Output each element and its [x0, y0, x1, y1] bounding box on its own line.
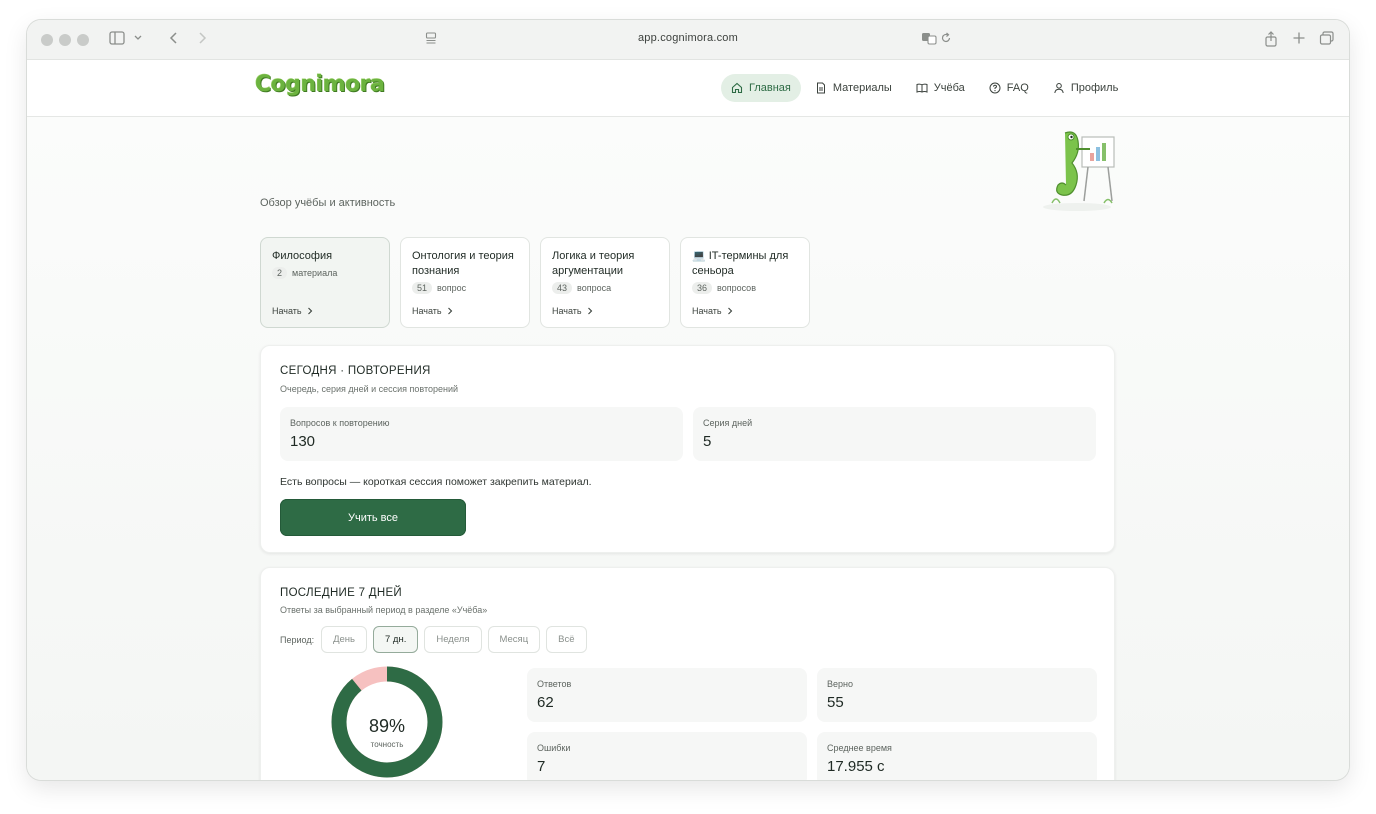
avg-time-label: Среднее время [827, 743, 892, 753]
chevron-right-icon [447, 307, 452, 315]
category-meta: 36 вопросов [692, 282, 798, 294]
category-title: Онтология и теория познания [412, 250, 514, 277]
accuracy-label: точность [370, 740, 404, 749]
last7-panel-title: ПОСЛЕДНИЕ 7 ДНЕЙ [280, 587, 402, 599]
avg-time-stat: Среднее время 17.955 с [817, 732, 1097, 780]
nav-home-label: Главная [749, 82, 791, 94]
chevron-right-icon [587, 307, 592, 315]
category-card-logic[interactable]: Логика и теория аргументации 43 вопроса … [540, 237, 670, 328]
category-title: 💻 IT-термины для сеньора [692, 250, 789, 277]
nav-study[interactable]: Учёба [906, 74, 975, 102]
answers-label: Ответов [537, 679, 572, 689]
category-start-link[interactable]: Начать [412, 306, 453, 316]
streak-value: 5 [703, 433, 712, 450]
category-start-link[interactable]: Начать [692, 306, 733, 316]
nav-materials-label: Материалы [832, 82, 892, 94]
app-header: Cognimora Главная Материалы Учёба FAQ Пр… [27, 60, 1349, 117]
page-subtitle: Обзор учёбы и активность [260, 197, 396, 209]
answers-stat: Ответов 62 [527, 668, 807, 722]
period-week-button[interactable]: Неделя [424, 626, 482, 653]
category-count-badge: 2 [272, 267, 288, 279]
review-queue-label: Вопросов к повторению [290, 418, 390, 428]
nav-study-label: Учёба [933, 82, 965, 94]
category-start-label: Начать [552, 306, 582, 316]
home-icon [731, 82, 743, 94]
document-icon [816, 82, 825, 94]
errors-label: Ошибки [537, 743, 571, 753]
period-month-button[interactable]: Месяц [487, 626, 541, 653]
last7-panel-subtitle: Ответы за выбранный период в разделе «Уч… [280, 605, 488, 615]
category-card-ontology[interactable]: Онтология и теория познания 51 вопрос На… [400, 237, 530, 328]
category-unit: вопросов [717, 283, 756, 293]
category-count-badge: 51 [412, 282, 433, 294]
correct-value: 55 [827, 694, 844, 711]
accuracy-value: 89% [368, 716, 406, 736]
correct-label: Верно [827, 679, 853, 689]
streak-label: Серия дней [703, 418, 753, 428]
chevron-right-icon [727, 307, 732, 315]
category-meta: 43 вопроса [552, 282, 658, 294]
user-icon [1054, 83, 1064, 94]
nav-materials[interactable]: Материалы [805, 74, 902, 102]
last-7-days-panel: ПОСЛЕДНИЕ 7 ДНЕЙ Ответы за выбранный пер… [260, 567, 1115, 780]
review-message: Есть вопросы — короткая сессия поможет з… [280, 476, 592, 488]
study-all-button[interactable]: Учить все [280, 499, 466, 536]
nav-faq[interactable]: FAQ [979, 74, 1039, 102]
category-card-it-terms[interactable]: 💻 IT-термины для сеньора 36 вопросов Нач… [680, 237, 810, 328]
category-start-link[interactable]: Начать [552, 306, 593, 316]
reload-icon[interactable] [940, 31, 952, 49]
category-count-badge: 43 [552, 282, 573, 294]
streak-stat: Серия дней 5 [693, 407, 1096, 461]
category-cards: Философия 2 материала Начать Онтология и… [260, 237, 810, 328]
today-panel-subtitle: Очередь, серия дней и сессия повторений [280, 384, 459, 394]
help-icon [989, 82, 1001, 94]
nav-profile[interactable]: Профиль [1043, 74, 1129, 102]
category-card-philosophy[interactable]: Философия 2 материала Начать [260, 237, 390, 328]
app-logo[interactable]: Cognimora [255, 72, 385, 97]
browser-window: app.cognimora.com Cognimora Главная Мате… [27, 20, 1349, 780]
review-queue-stat: Вопросов к повторению 130 [280, 407, 683, 461]
category-unit: материала [292, 268, 338, 278]
share-icon[interactable] [1264, 31, 1278, 49]
book-icon [916, 83, 928, 93]
category-unit: вопроса [577, 283, 612, 293]
nav-home[interactable]: Главная [721, 74, 801, 102]
address-bar[interactable]: app.cognimora.com [27, 32, 1349, 44]
nav-faq-label: FAQ [1006, 82, 1029, 94]
period-all-button[interactable]: Всё [546, 626, 587, 653]
period-day-button[interactable]: День [321, 626, 367, 653]
period-7days-button[interactable]: 7 дн. [373, 626, 419, 653]
avg-time-value: 17.955 с [827, 758, 885, 775]
today-reviews-panel: СЕГОДНЯ · ПОВТОРЕНИЯ Очередь, серия дней… [260, 345, 1115, 553]
nav-profile-label: Профиль [1070, 82, 1119, 94]
chevron-right-icon [307, 307, 312, 315]
category-start-label: Начать [692, 306, 722, 316]
errors-stat: Ошибки 7 [527, 732, 807, 780]
category-meta: 2 материала [272, 267, 378, 279]
category-count-badge: 36 [692, 282, 713, 294]
browser-titlebar: app.cognimora.com [27, 20, 1349, 60]
page-content: Обзор учёбы и активность Философия 2 мат… [27, 117, 1349, 780]
category-title: Логика и теория аргументации [552, 250, 635, 277]
category-start-label: Начать [412, 306, 442, 316]
main-nav: Главная Материалы Учёба FAQ Профиль [721, 74, 1128, 102]
category-unit: вопрос [437, 283, 467, 293]
errors-value: 7 [537, 758, 546, 775]
tabs-overview-icon[interactable] [1319, 31, 1335, 49]
period-label: Период: [280, 634, 315, 645]
new-tab-icon[interactable] [1292, 31, 1306, 49]
today-panel-title: СЕГОДНЯ · ПОВТОРЕНИЯ [280, 365, 431, 377]
category-start-link[interactable]: Начать [272, 306, 313, 316]
review-queue-value: 130 [290, 433, 316, 450]
category-title: Философия [272, 250, 333, 262]
answers-value: 62 [537, 694, 554, 711]
period-selector: Период: День 7 дн. Неделя Месяц Всё [280, 626, 587, 653]
correct-stat: Верно 55 [817, 668, 1097, 722]
translate-icon[interactable] [921, 31, 937, 49]
category-start-label: Начать [272, 306, 302, 316]
mascot-chameleon-icon [1043, 131, 1115, 211]
category-meta: 51 вопрос [412, 282, 518, 294]
